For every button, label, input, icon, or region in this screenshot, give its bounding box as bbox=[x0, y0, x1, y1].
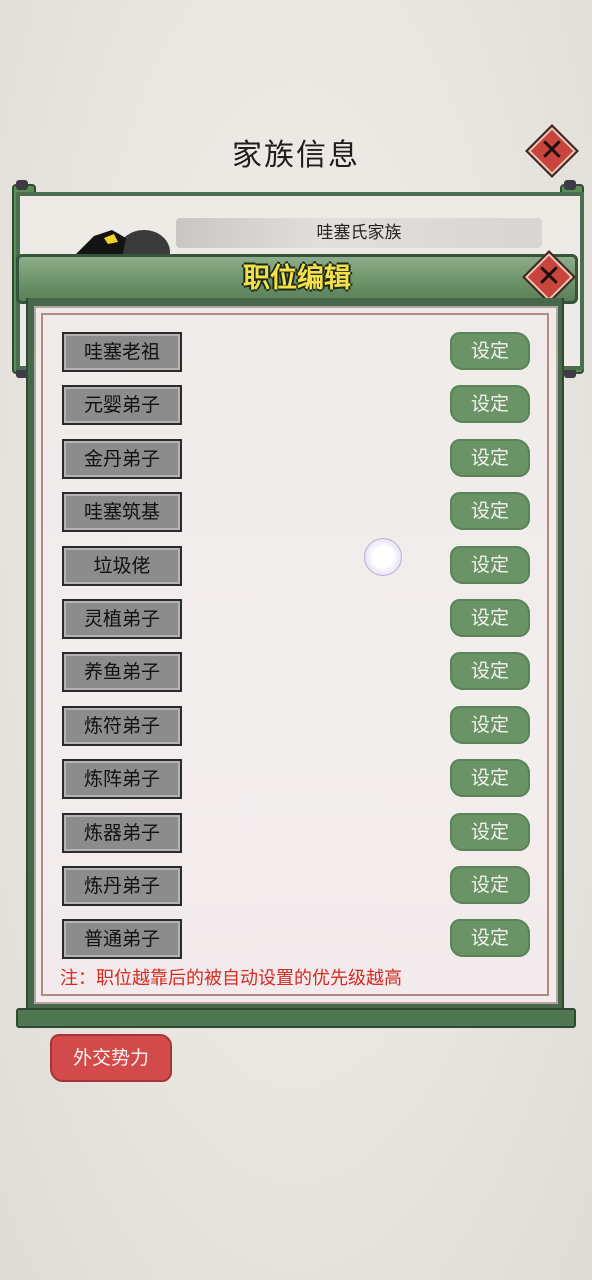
role-row: 养鱼弟子 设定 bbox=[62, 652, 532, 693]
role-row: 炼阵弟子 设定 bbox=[62, 759, 532, 800]
set-role-button[interactable]: 设定 bbox=[450, 332, 530, 370]
priority-note: 注：职位越靠后的被自动设置的优先级越高 bbox=[60, 968, 402, 989]
role-label: 养鱼弟子 bbox=[62, 652, 182, 693]
role-label: 金丹弟子 bbox=[62, 438, 182, 479]
role-label: 炼符弟子 bbox=[62, 705, 182, 746]
touch-indicator bbox=[364, 538, 402, 576]
role-row: 垃圾佬 设定 bbox=[62, 545, 532, 586]
dialog-header: 职位编辑 bbox=[16, 254, 578, 304]
set-role-button[interactable]: 设定 bbox=[450, 545, 530, 584]
diplomacy-button[interactable]: 外交势力 bbox=[50, 1034, 172, 1082]
set-role-button[interactable]: 设定 bbox=[450, 759, 530, 798]
set-role-button[interactable]: 设定 bbox=[450, 705, 530, 744]
close-icon: ✕ bbox=[536, 259, 562, 294]
set-role-button[interactable]: 设定 bbox=[450, 599, 530, 637]
set-role-button[interactable]: 设定 bbox=[450, 919, 530, 958]
role-label: 哇塞筑基 bbox=[62, 492, 182, 533]
role-label: 炼阵弟子 bbox=[62, 759, 182, 800]
set-role-button[interactable]: 设定 bbox=[450, 866, 530, 904]
role-row: 哇塞老祖 设定 bbox=[62, 332, 532, 372]
role-label: 炼器弟子 bbox=[62, 812, 182, 853]
set-role-button[interactable]: 设定 bbox=[450, 492, 530, 531]
role-row: 灵植弟子 设定 bbox=[62, 599, 532, 639]
dialog-title: 职位编辑 bbox=[243, 263, 351, 294]
set-role-button[interactable]: 设定 bbox=[450, 652, 530, 691]
close-icon: ✕ bbox=[539, 133, 565, 168]
role-row: 炼器弟子 设定 bbox=[62, 812, 532, 853]
role-label: 灵植弟子 bbox=[62, 599, 182, 639]
role-label: 垃圾佬 bbox=[62, 545, 182, 586]
role-row: 元婴弟子 设定 bbox=[62, 385, 532, 426]
page-title: 家族信息 bbox=[232, 138, 360, 173]
clan-name: 哇塞氏家族 bbox=[176, 218, 542, 248]
set-role-button[interactable]: 设定 bbox=[450, 385, 530, 424]
role-label: 元婴弟子 bbox=[62, 385, 182, 426]
role-row: 哇塞筑基 设定 bbox=[62, 492, 532, 533]
avatar-icon bbox=[72, 230, 170, 258]
role-row: 炼符弟子 设定 bbox=[62, 705, 532, 746]
role-label: 普通弟子 bbox=[62, 919, 182, 960]
set-role-button[interactable]: 设定 bbox=[450, 812, 530, 851]
role-label: 哇塞老祖 bbox=[62, 332, 182, 372]
role-row: 炼丹弟子 设定 bbox=[62, 866, 532, 906]
avatar bbox=[64, 222, 174, 258]
set-role-button[interactable]: 设定 bbox=[450, 438, 530, 477]
dialog-bottom-roller bbox=[16, 1008, 576, 1028]
role-label: 炼丹弟子 bbox=[62, 866, 182, 906]
role-row: 金丹弟子 设定 bbox=[62, 438, 532, 479]
role-row: 普通弟子 设定 bbox=[62, 919, 532, 960]
